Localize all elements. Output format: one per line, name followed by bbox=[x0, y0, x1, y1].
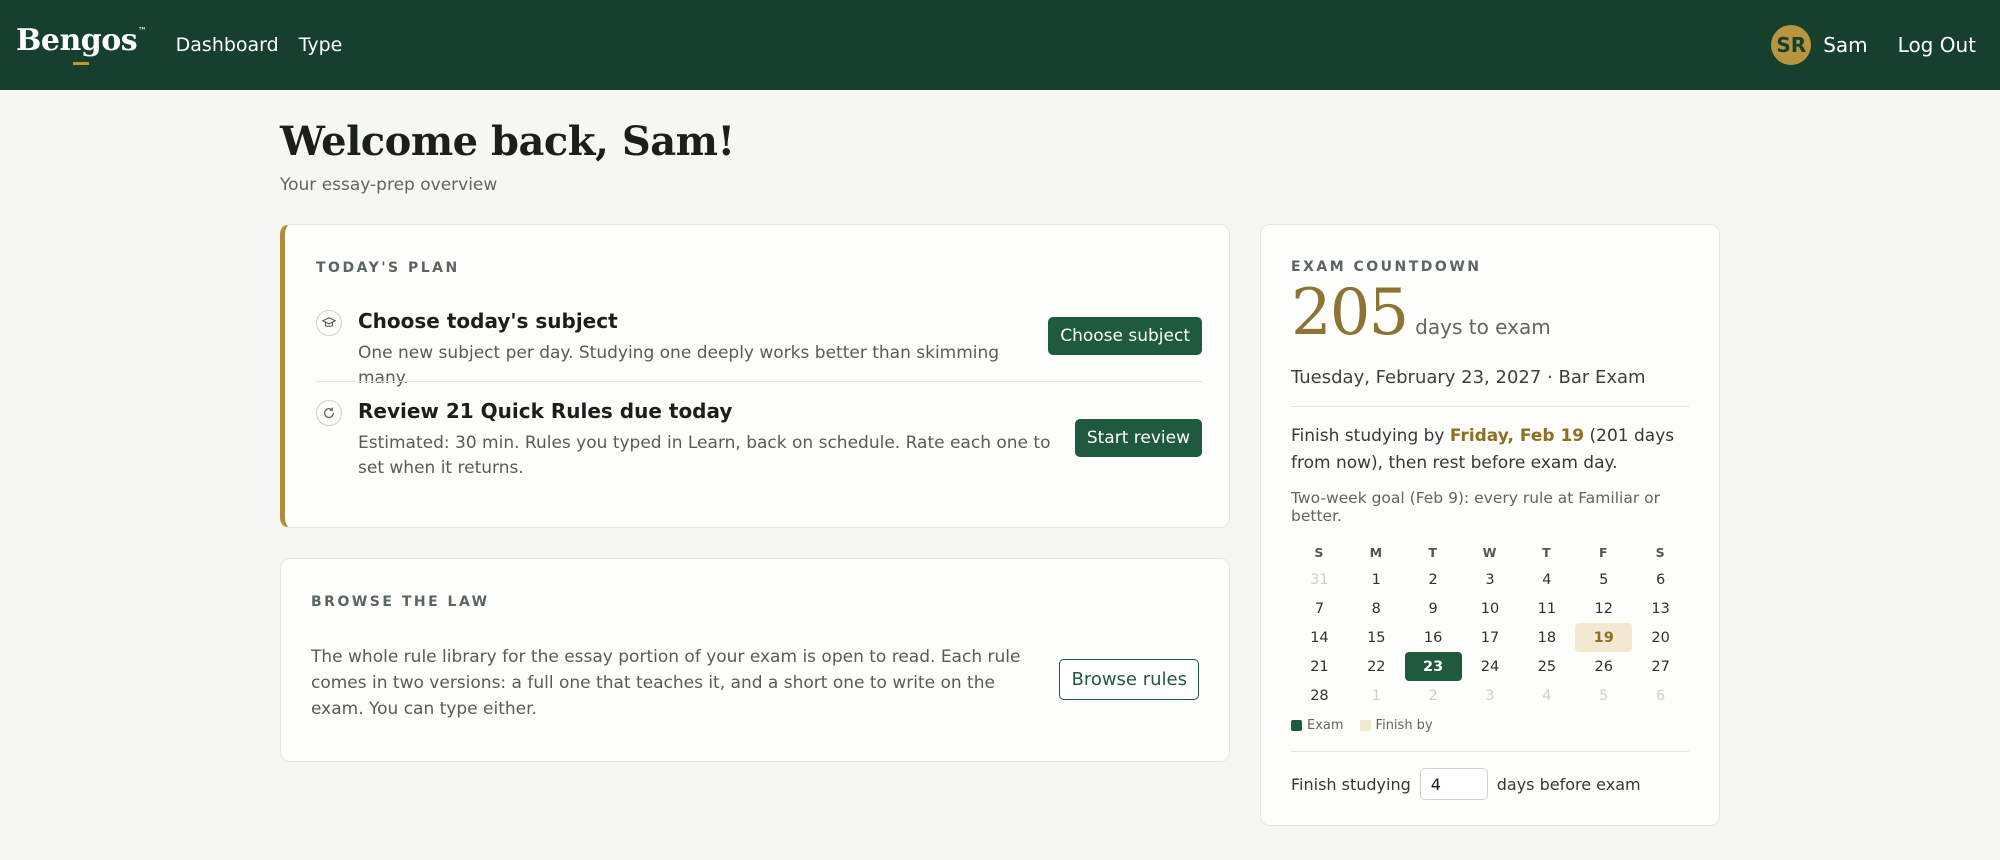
page-title: Welcome back, Sam! bbox=[280, 118, 735, 165]
calendar-day: 18 bbox=[1537, 629, 1557, 646]
calendar-weekday: F bbox=[1598, 544, 1609, 560]
refresh-icon bbox=[316, 400, 342, 426]
user-name[interactable]: Sam bbox=[1823, 33, 1867, 57]
start-review-button[interactable]: Start review bbox=[1074, 419, 1202, 457]
calendar-day: 14 bbox=[1310, 629, 1329, 646]
calendar-day-exam: 23 bbox=[1404, 652, 1462, 681]
calendar-day: 28 bbox=[1310, 687, 1329, 704]
calendar-day: 5 bbox=[1599, 571, 1609, 588]
calendar-day: 7 bbox=[1314, 600, 1325, 617]
calendar-day: 12 bbox=[1594, 600, 1613, 617]
calendar-day: 6 bbox=[1655, 571, 1666, 588]
plan-item-review-rules: Review 21 Quick Rules due today Estimate… bbox=[316, 399, 1202, 481]
calendar-week-row: 14 15 16 17 18 19 20 bbox=[1291, 623, 1689, 652]
calendar-day-outside: 3 bbox=[1485, 687, 1495, 704]
calendar-day: 16 bbox=[1423, 629, 1443, 646]
exam-countdown-card: EXAM COUNTDOWN 205 days to exam Tuesday,… bbox=[1260, 224, 1720, 826]
calendar-day: 22 bbox=[1367, 658, 1386, 675]
plan-item-title: Review 21 Quick Rules due today bbox=[358, 399, 733, 423]
browse-rules-button[interactable]: Browse rules bbox=[1059, 659, 1199, 700]
calendar-day: 11 bbox=[1537, 600, 1557, 617]
divider bbox=[1291, 406, 1689, 407]
nav-link-dashboard[interactable]: Dashboard bbox=[176, 34, 279, 56]
plan-item-desc: Estimated: 30 min. Rules you typed in Le… bbox=[358, 433, 1051, 478]
plan-item-desc: One new subject per day. Studying one de… bbox=[358, 343, 1000, 388]
browse-description: The whole rule library for the essay por… bbox=[311, 647, 1021, 719]
calendar-day: 21 bbox=[1310, 658, 1329, 675]
calendar-weekday-row: SMTWTFS bbox=[1291, 539, 1689, 565]
divider bbox=[316, 381, 1202, 382]
brand-name: Bengos bbox=[16, 22, 138, 58]
calendar-day: 4 bbox=[1542, 571, 1552, 588]
calendar-day-finish: 19 bbox=[1575, 623, 1633, 652]
calendar-week-row: 31 1 2 3 4 5 6 bbox=[1291, 565, 1689, 594]
calendar-day-outside: 4 bbox=[1542, 687, 1552, 704]
calendar-day: 26 bbox=[1594, 658, 1613, 675]
setting-prefix: Finish studying bbox=[1291, 774, 1411, 794]
main-content: Welcome back, Sam! Your essay-prep overv… bbox=[280, 90, 1720, 826]
trademark-mark: ™ bbox=[138, 24, 146, 35]
calendar-day: 8 bbox=[1371, 600, 1381, 617]
calendar-week-row: 28 1 2 3 4 5 6 bbox=[1291, 681, 1689, 710]
brand-underline bbox=[72, 61, 89, 65]
top-nav-bar: Bengos™ Dashboard Type SR Sam Log Out bbox=[0, 0, 2000, 90]
legend-finish: Finish by bbox=[1375, 718, 1433, 733]
calendar-day: 10 bbox=[1480, 600, 1500, 617]
calendar-day: 9 bbox=[1428, 600, 1438, 617]
calendar-week-row: 21 22 23 24 25 26 27 bbox=[1291, 652, 1689, 681]
finish-days-setting: Finish studying days before exam bbox=[1291, 768, 1689, 800]
two-week-goal: Two-week goal (Feb 9): every rule at Fam… bbox=[1291, 489, 1660, 525]
page-subtitle: Your essay-prep overview bbox=[280, 175, 498, 195]
exam-calendar: S M T W T F S 31 1 2 3 4 5 6 7 8 9 10 11 12 13 14 15 16 17 18 19 20… bbox=[1291, 539, 1689, 710]
browse-law-card: BROWSE THE LAW The whole rule library fo… bbox=[280, 558, 1230, 762]
logout-link[interactable]: Log Out bbox=[1898, 33, 1976, 57]
finish-date: Friday, Feb 19 bbox=[1449, 426, 1585, 446]
plan-item-choose-subject: Choose today's subject One new subject p… bbox=[316, 309, 1202, 391]
calendar-weekday: S bbox=[1314, 544, 1325, 560]
calendar-day: 3 bbox=[1485, 571, 1495, 588]
todays-plan-card: TODAY'S PLAN Choose today's subject One … bbox=[280, 224, 1230, 528]
brand-logo[interactable]: Bengos™ bbox=[16, 22, 146, 65]
nav-link-type[interactable]: Type bbox=[299, 34, 343, 56]
countdown-label: EXAM COUNTDOWN bbox=[1291, 259, 1482, 275]
calendar-weekday: S bbox=[1655, 544, 1666, 560]
avatar[interactable]: SR bbox=[1771, 25, 1812, 65]
calendar-weekday: W bbox=[1482, 544, 1498, 560]
calendar-week-row: 7 8 9 10 11 12 13 bbox=[1291, 594, 1689, 623]
calendar-day: 17 bbox=[1480, 629, 1500, 646]
plan-label: TODAY'S PLAN bbox=[316, 260, 460, 276]
calendar-day: 15 bbox=[1367, 629, 1386, 646]
calendar-day: 25 bbox=[1537, 658, 1557, 675]
calendar-day-outside: 31 bbox=[1310, 571, 1329, 588]
finish-swatch bbox=[1359, 720, 1371, 731]
calendar-day: 24 bbox=[1480, 658, 1500, 675]
legend-exam: Exam bbox=[1307, 718, 1344, 733]
choose-subject-button[interactable]: Choose subject bbox=[1048, 317, 1202, 355]
days-unit: days to exam bbox=[1415, 315, 1551, 339]
calendar-day: 13 bbox=[1651, 600, 1670, 617]
calendar-day: 20 bbox=[1651, 629, 1670, 646]
calendar-day-outside: 5 bbox=[1599, 687, 1609, 704]
calendar-day-outside: 1 bbox=[1371, 687, 1381, 704]
exam-swatch bbox=[1291, 720, 1302, 731]
divider bbox=[1291, 751, 1689, 752]
setting-suffix: days before exam bbox=[1496, 774, 1641, 794]
finish-by-text: Finish studying by Friday, Feb 19 (201 d… bbox=[1291, 426, 1675, 473]
graduation-cap-icon bbox=[316, 310, 342, 336]
exam-date: Tuesday, February 23, 2027 · Bar Exam bbox=[1291, 367, 1646, 388]
calendar-day: 1 bbox=[1371, 571, 1381, 588]
days-before-exam-input[interactable] bbox=[1419, 768, 1488, 800]
calendar-weekday: T bbox=[1428, 544, 1438, 560]
calendar-day: 2 bbox=[1428, 571, 1438, 588]
calendar-weekday: T bbox=[1542, 544, 1552, 560]
calendar-weekday: M bbox=[1369, 544, 1384, 560]
calendar-day-outside: 6 bbox=[1655, 687, 1666, 704]
calendar-day: 27 bbox=[1651, 658, 1670, 675]
days-remaining: 205 bbox=[1291, 276, 1409, 350]
calendar-legend: Exam Finish by bbox=[1291, 718, 1689, 733]
calendar-day-outside: 2 bbox=[1428, 687, 1438, 704]
browse-label: BROWSE THE LAW bbox=[311, 594, 490, 610]
